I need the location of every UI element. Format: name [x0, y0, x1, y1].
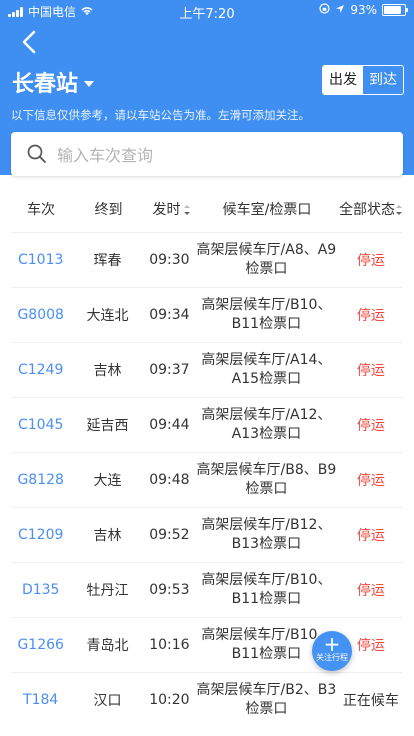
train-number[interactable]: C1045 [11, 417, 70, 433]
table-row[interactable]: G8128 大连 09:48 高架层候车厅/B8、B9检票口 停运 [11, 452, 403, 507]
train-status: 停运 [356, 418, 385, 434]
gate-info: 高架层候车厅/B8、B9检票口 [196, 462, 337, 497]
depart-time: 09:53 [149, 582, 190, 598]
plus-icon: + [323, 632, 341, 656]
search-input[interactable]: 输入车次查询 [11, 132, 403, 176]
destination: 大连 [93, 473, 122, 489]
destination: 珲春 [93, 253, 122, 269]
direction-toggle: 出发 到达 [322, 65, 404, 95]
location-icon [335, 3, 345, 17]
depart-time: 09:48 [149, 472, 190, 488]
gate-info: 高架层候车厅/B2、B3检票口 [196, 682, 337, 717]
header-train: 车次 [27, 202, 55, 218]
tab-depart[interactable]: 出发 [323, 66, 363, 94]
depart-time: 10:20 [149, 692, 190, 708]
destination: 吉林 [93, 363, 122, 379]
header-gate: 候车室/检票口 [222, 202, 312, 218]
depart-time: 10:16 [149, 637, 190, 653]
depart-time: 09:44 [149, 417, 190, 433]
train-number[interactable]: G8008 [11, 307, 70, 323]
table-row[interactable]: D135 牡丹江 09:53 高架层候车厅/B10、B11检票口 停运 [11, 562, 403, 617]
train-number[interactable]: G1266 [11, 637, 70, 653]
header-status-filter[interactable]: 全部状态 [338, 199, 403, 219]
train-number[interactable]: D135 [11, 582, 70, 598]
gate-info: 高架层候车厅/B12、B13检票口 [201, 517, 332, 552]
table-row[interactable]: C1249 吉林 09:37 高架层候车厅/A14、A15检票口 停运 [11, 342, 403, 397]
depart-time: 09:34 [149, 307, 190, 323]
train-status: 停运 [356, 473, 385, 489]
destination: 青岛北 [86, 638, 129, 654]
battery-percent: 93% [350, 3, 377, 17]
train-status: 停运 [356, 308, 385, 324]
sort-icon [396, 205, 402, 215]
train-status: 停运 [356, 363, 385, 379]
header-destination: 终到 [94, 202, 123, 218]
tab-arrive[interactable]: 到达 [363, 66, 403, 94]
search-placeholder: 输入车次查询 [57, 146, 154, 165]
train-number[interactable]: G8128 [11, 472, 70, 488]
train-status: 停运 [356, 583, 385, 599]
table-row[interactable]: G8008 大连北 09:34 高架层候车厅/B10、B11检票口 停运 [11, 287, 403, 342]
train-number[interactable]: T184 [11, 692, 70, 708]
station-name: 长春站 [12, 72, 79, 97]
gate-info: 高架层候车厅/B10、B11检票口 [201, 572, 332, 607]
depart-time: 09:52 [149, 527, 190, 543]
notice-text: 以下信息仅供参考，请以车站公告为准。左滑可添加关注。 [11, 108, 310, 122]
chevron-left-icon [22, 30, 36, 54]
train-status: 停运 [356, 253, 385, 269]
gate-info: 高架层候车厅/A12、A13检票口 [201, 407, 332, 442]
gate-info: 高架层候车厅/A8、A9检票口 [196, 242, 337, 277]
train-number[interactable]: C1013 [11, 252, 70, 268]
depart-time: 09:30 [149, 252, 190, 268]
station-selector[interactable]: 长春站 [12, 66, 95, 98]
destination: 吉林 [93, 528, 122, 544]
battery-icon [382, 4, 408, 16]
back-button[interactable] [14, 28, 46, 56]
search-icon [27, 144, 46, 163]
destination: 牡丹江 [86, 583, 129, 599]
destination: 延吉西 [86, 418, 129, 434]
chevron-down-icon [84, 80, 95, 87]
table-header: 车次 终到 发时 候车室/检票口 全部状态 [11, 186, 403, 232]
train-number[interactable]: C1209 [11, 527, 70, 543]
header-depart-time[interactable]: 发时 [146, 199, 196, 219]
destination: 大连北 [86, 308, 129, 324]
table-row[interactable]: C1209 吉林 09:52 高架层候车厅/B12、B13检票口 停运 [11, 507, 403, 562]
follow-trip-label: 关注行程 [316, 653, 348, 662]
train-status: 停运 [356, 528, 385, 544]
table-row[interactable]: T184 汉口 10:20 高架层候车厅/B2、B3检票口 正在候车 [11, 672, 403, 727]
sort-icon [183, 205, 190, 215]
depart-time: 09:37 [149, 362, 190, 378]
table-row[interactable]: C1013 珲春 09:30 高架层候车厅/A8、A9检票口 停运 [11, 232, 403, 287]
table-row[interactable]: C1045 延吉西 09:44 高架层候车厅/A12、A13检票口 停运 [11, 397, 403, 452]
status-bar: 中国电信 上午7:20 93% [0, 0, 414, 22]
train-status: 正在候车 [342, 693, 399, 709]
train-number[interactable]: C1249 [11, 362, 70, 378]
destination: 汉口 [93, 693, 122, 709]
follow-trip-button[interactable]: + 关注行程 [312, 631, 352, 671]
gate-info: 高架层候车厅/A14、A15检票口 [201, 352, 332, 387]
gate-info: 高架层候车厅/B10、B11检票口 [201, 297, 332, 332]
lock-rotation-icon [319, 3, 330, 17]
